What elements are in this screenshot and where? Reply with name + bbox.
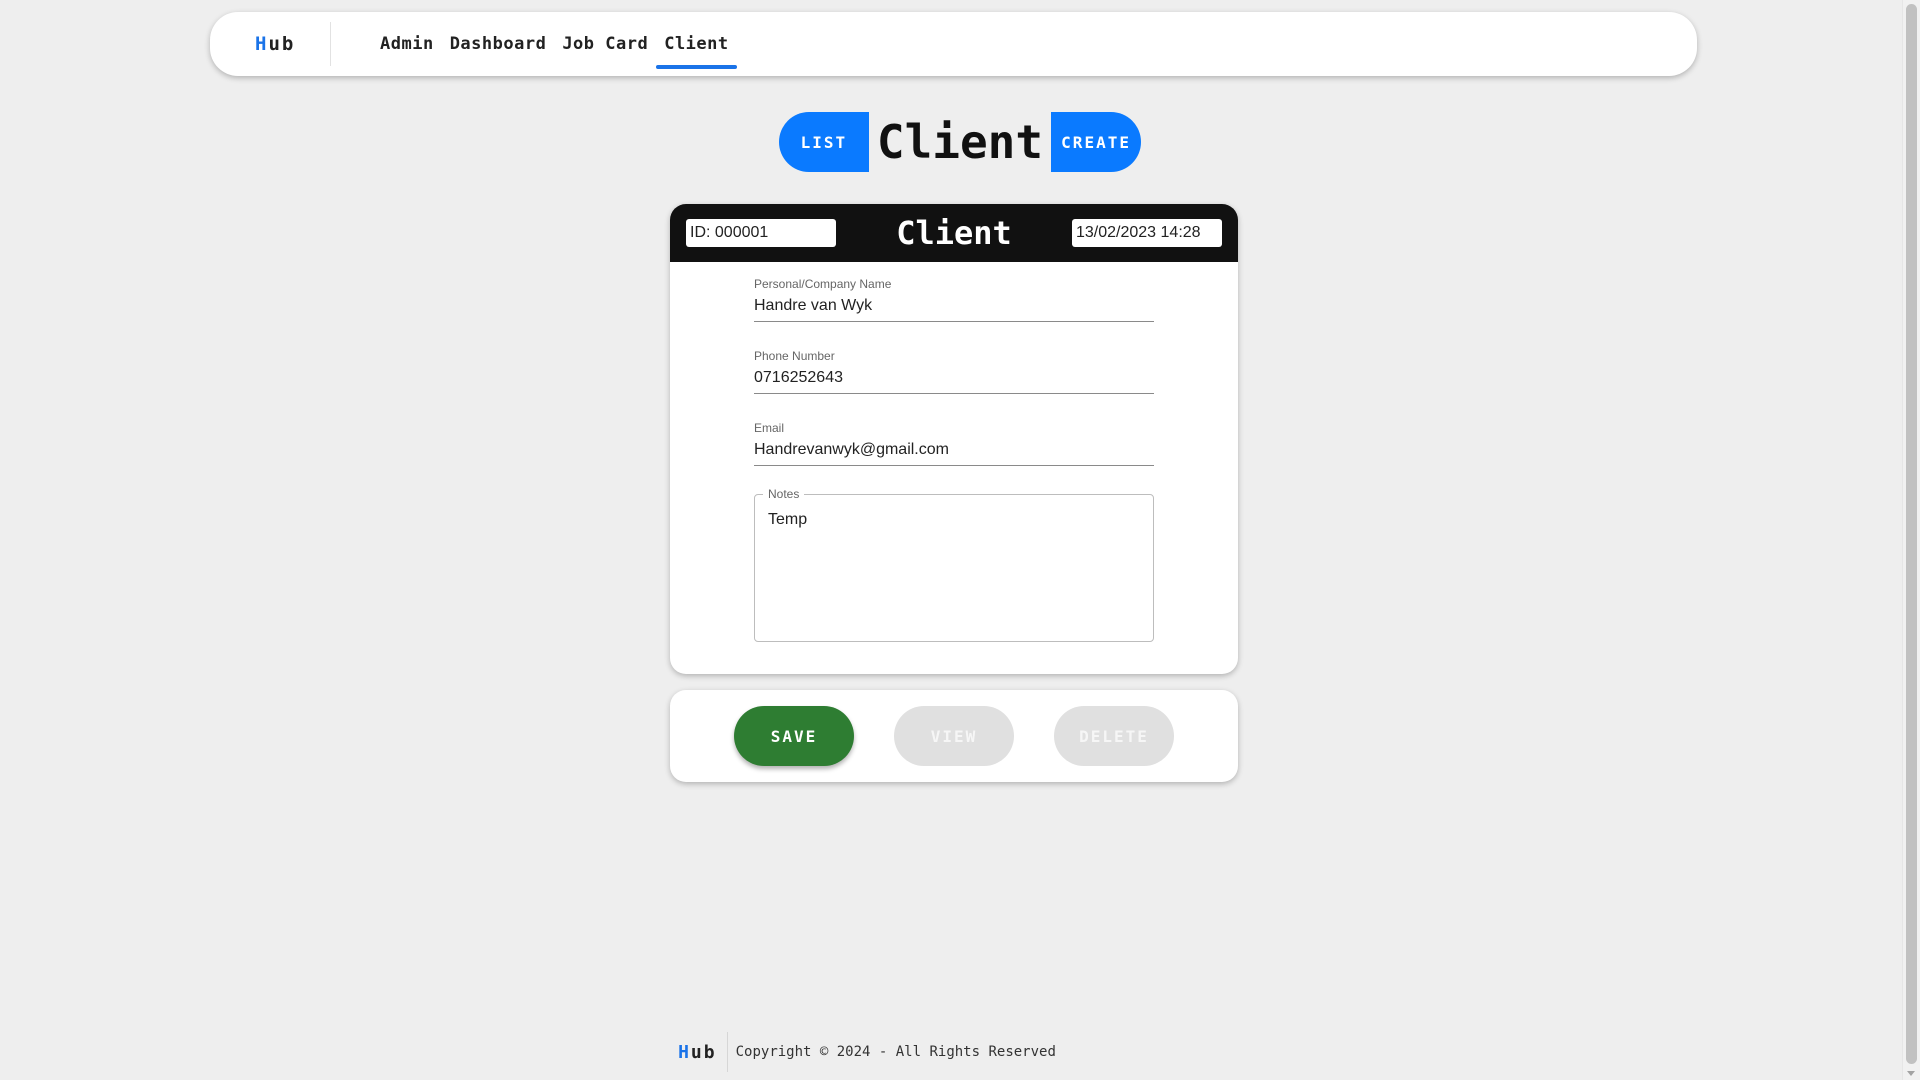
- list-button[interactable]: LIST: [778, 112, 869, 172]
- top-navbar: Hub Admin Dashboard Job Card Client: [210, 12, 1697, 76]
- name-label: Personal/Company Name: [754, 277, 892, 291]
- name-input[interactable]: [754, 297, 1154, 322]
- email-label: Email: [754, 421, 785, 435]
- nav-divider: [330, 22, 331, 66]
- phone-field-group: Phone Number: [754, 349, 1154, 394]
- nav-link-dashboard[interactable]: Dashboard: [442, 12, 555, 76]
- footer-brand-rest: ub: [690, 1041, 717, 1063]
- name-field-group: Personal/Company Name: [754, 277, 1154, 322]
- client-form-card: Client Personal/Company Name Phone Numbe…: [670, 204, 1238, 674]
- notes-label: Notes: [763, 487, 805, 501]
- create-button[interactable]: CREATE: [1051, 112, 1142, 172]
- phone-label: Phone Number: [754, 349, 835, 363]
- nav-link-job-card[interactable]: Job Card: [554, 12, 656, 76]
- footer-copyright: Copyright © 2024 - All Rights Reserved: [735, 1044, 1056, 1060]
- footer: Hub Copyright © 2024 - All Rights Reserv…: [0, 1030, 1920, 1074]
- client-id-field[interactable]: [686, 219, 836, 247]
- date-field[interactable]: [1072, 219, 1222, 247]
- action-card: SAVE VIEW DELETE: [670, 690, 1238, 782]
- view-button[interactable]: VIEW: [894, 706, 1014, 766]
- email-input[interactable]: [754, 441, 1154, 466]
- moon-icon: [1631, 33, 1642, 55]
- brand-logo[interactable]: Hub: [255, 12, 295, 76]
- theme-toggle-button[interactable]: [1621, 30, 1649, 58]
- footer-brand-first-letter: H: [678, 1041, 691, 1063]
- page-title-row: LIST Client CREATE: [0, 112, 1920, 172]
- nav-links: Admin Dashboard Job Card Client: [372, 12, 738, 76]
- phone-input[interactable]: [754, 369, 1154, 394]
- email-field-group: Email: [754, 421, 1154, 466]
- scrollbar-thumb[interactable]: [1906, 4, 1917, 1064]
- notes-textarea[interactable]: Temp: [768, 511, 1138, 631]
- nav-link-client[interactable]: Client: [656, 12, 738, 76]
- brand-logo-rest: ub: [268, 33, 296, 55]
- brand-logo-first-letter: H: [255, 33, 269, 55]
- footer-divider: [726, 1032, 728, 1072]
- nav-link-admin[interactable]: Admin: [372, 12, 442, 76]
- delete-button[interactable]: DELETE: [1054, 706, 1174, 766]
- card-header: Client: [670, 204, 1238, 262]
- footer-brand-logo[interactable]: Hub: [678, 1042, 727, 1063]
- save-button[interactable]: SAVE: [734, 706, 854, 766]
- scroll-down-arrow-icon[interactable]: [1907, 1071, 1915, 1076]
- notes-field-group: Notes Temp: [754, 487, 1154, 642]
- page-title: Client: [876, 115, 1044, 169]
- page-scrollbar[interactable]: [1902, 0, 1920, 1080]
- page: Hub Admin Dashboard Job Card Client LIST…: [0, 0, 1920, 1080]
